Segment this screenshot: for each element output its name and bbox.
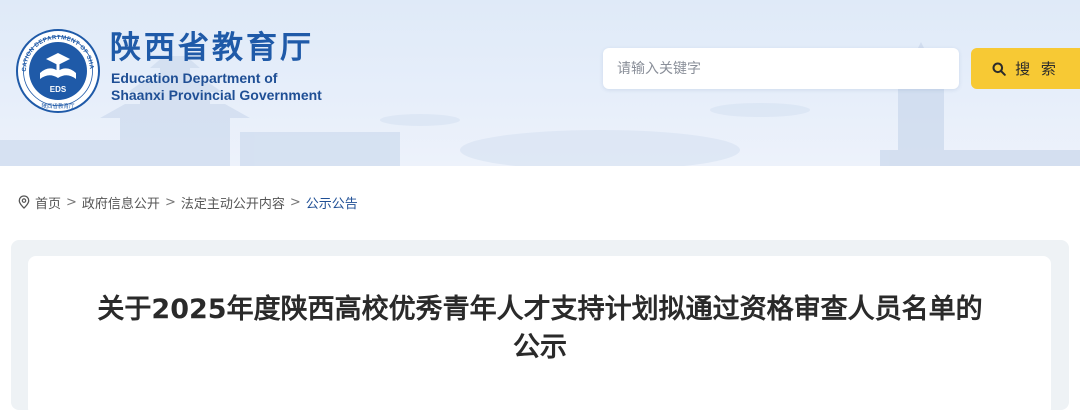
breadcrumb-government-info[interactable]: 政府信息公开 bbox=[82, 193, 160, 212]
emblem-text: EDS bbox=[50, 85, 67, 94]
breadcrumb-separator: > bbox=[66, 194, 77, 210]
breadcrumb-home[interactable]: 首页 bbox=[35, 193, 61, 212]
site-name-english: Education Department of Shaanxi Provinci… bbox=[111, 70, 322, 104]
location-pin-icon bbox=[18, 195, 30, 209]
search-input[interactable] bbox=[603, 48, 959, 89]
emblem-bottom-text: 陕西省教育厅 bbox=[41, 102, 75, 110]
search-button-label: 搜 索 bbox=[1015, 60, 1059, 78]
search-icon bbox=[992, 62, 1006, 76]
breadcrumb-separator: > bbox=[289, 194, 301, 210]
site-name-english-line2: Shaanxi Provincial Government bbox=[111, 87, 322, 103]
department-emblem-logo: EDS EDUCATION DEPARTMENT OF SHAANXI 陕西省教… bbox=[16, 29, 100, 113]
site-name-chinese: 陕西省教育厅 bbox=[110, 30, 314, 66]
site-header: EDS EDUCATION DEPARTMENT OF SHAANXI 陕西省教… bbox=[0, 0, 1080, 166]
breadcrumb-announcements[interactable]: 公示公告 bbox=[306, 193, 358, 212]
breadcrumb-separator: > bbox=[164, 194, 176, 210]
breadcrumb: 首页 > 政府信息公开 > 法定主动公开内容 > 公示公告 bbox=[18, 192, 358, 212]
site-name-english-line1: Education Department of bbox=[111, 70, 278, 86]
search-button[interactable]: 搜 索 bbox=[971, 48, 1080, 89]
breadcrumb-statutory-disclosure[interactable]: 法定主动公开内容 bbox=[181, 193, 285, 212]
article-title: 关于2025年度陕西高校优秀青年人才支持计划拟通过资格审查人员名单的公示 bbox=[97, 294, 983, 363]
